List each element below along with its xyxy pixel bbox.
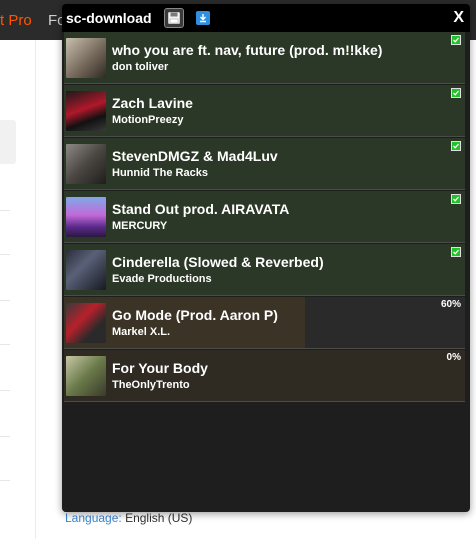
track-artist: Markel X.L. xyxy=(112,326,171,338)
sidebar-rule xyxy=(0,390,10,391)
topbar-pro-link[interactable]: t Pro xyxy=(0,12,32,29)
close-button[interactable]: X xyxy=(453,9,464,27)
track-row[interactable]: Cinderella (Slowed & Reverbed) Evade Pro… xyxy=(64,244,465,296)
track-artwork xyxy=(66,303,106,343)
track-artwork xyxy=(66,38,106,78)
completed-check-icon xyxy=(451,88,461,98)
sidebar-rule xyxy=(0,344,10,345)
track-artwork xyxy=(66,197,106,237)
sidebar-rule xyxy=(0,480,10,481)
track-artist: don toliver xyxy=(112,61,169,73)
track-artwork xyxy=(66,144,106,184)
track-title: who you are ft. nav, future (prod. m!!kk… xyxy=(112,42,383,58)
track-title: Stand Out prod. AIRAVATA xyxy=(112,201,290,217)
language-label: Language: xyxy=(65,511,122,525)
track-artwork xyxy=(66,356,106,396)
floppy-disk-icon xyxy=(168,12,180,24)
language-value[interactable]: English (US) xyxy=(125,511,192,525)
track-title: Go Mode (Prod. Aaron P) xyxy=(112,307,278,323)
track-artist: Evade Productions xyxy=(112,273,212,285)
track-row[interactable]: StevenDMGZ & Mad4Luv Hunnid The Racks xyxy=(64,138,465,190)
track-row[interactable]: Zach Lavine MotionPreezy xyxy=(64,85,465,137)
track-artwork xyxy=(66,250,106,290)
track-row[interactable]: Go Mode (Prod. Aaron P) Markel X.L. 60% xyxy=(64,297,465,349)
track-title: Cinderella (Slowed & Reverbed) xyxy=(112,254,324,270)
sidebar-rule xyxy=(0,254,10,255)
track-title: Zach Lavine xyxy=(112,95,193,111)
completed-check-icon xyxy=(451,247,461,257)
sidebar-rule xyxy=(0,436,10,437)
track-progress-label: 60% xyxy=(440,299,461,310)
track-artist: TheOnlyTrento xyxy=(112,379,190,391)
track-progress-label: 0% xyxy=(446,352,461,363)
sidebar-divider xyxy=(35,40,36,539)
track-artist: Hunnid The Racks xyxy=(112,167,208,179)
save-button[interactable] xyxy=(164,8,184,28)
track-row[interactable]: Stand Out prod. AIRAVATA MERCURY xyxy=(64,191,465,243)
track-row[interactable]: who you are ft. nav, future (prod. m!!kk… xyxy=(64,32,465,84)
track-artwork xyxy=(66,91,106,131)
panel-empty-area xyxy=(64,405,465,512)
sidebar-selected-item[interactable] xyxy=(0,120,16,164)
track-artist: MERCURY xyxy=(112,220,168,232)
panel-header: sc-download X xyxy=(62,4,470,32)
completed-check-icon xyxy=(451,194,461,204)
download-all-button[interactable] xyxy=(196,11,210,25)
track-artist: MotionPreezy xyxy=(112,114,184,126)
sc-download-panel: sc-download X who you are ft. nav, futur… xyxy=(62,4,470,512)
panel-title: sc-download xyxy=(66,10,152,26)
completed-check-icon xyxy=(451,141,461,151)
track-title: StevenDMGZ & Mad4Luv xyxy=(112,148,278,164)
sidebar-rule xyxy=(0,300,10,301)
track-row[interactable]: For Your Body TheOnlyTrento 0% xyxy=(64,350,465,402)
download-arrow-icon xyxy=(200,14,206,23)
track-title: For Your Body xyxy=(112,360,208,376)
sidebar-rule xyxy=(0,210,10,211)
completed-check-icon xyxy=(451,35,461,45)
language-setting[interactable]: Language: English (US) xyxy=(65,511,192,525)
